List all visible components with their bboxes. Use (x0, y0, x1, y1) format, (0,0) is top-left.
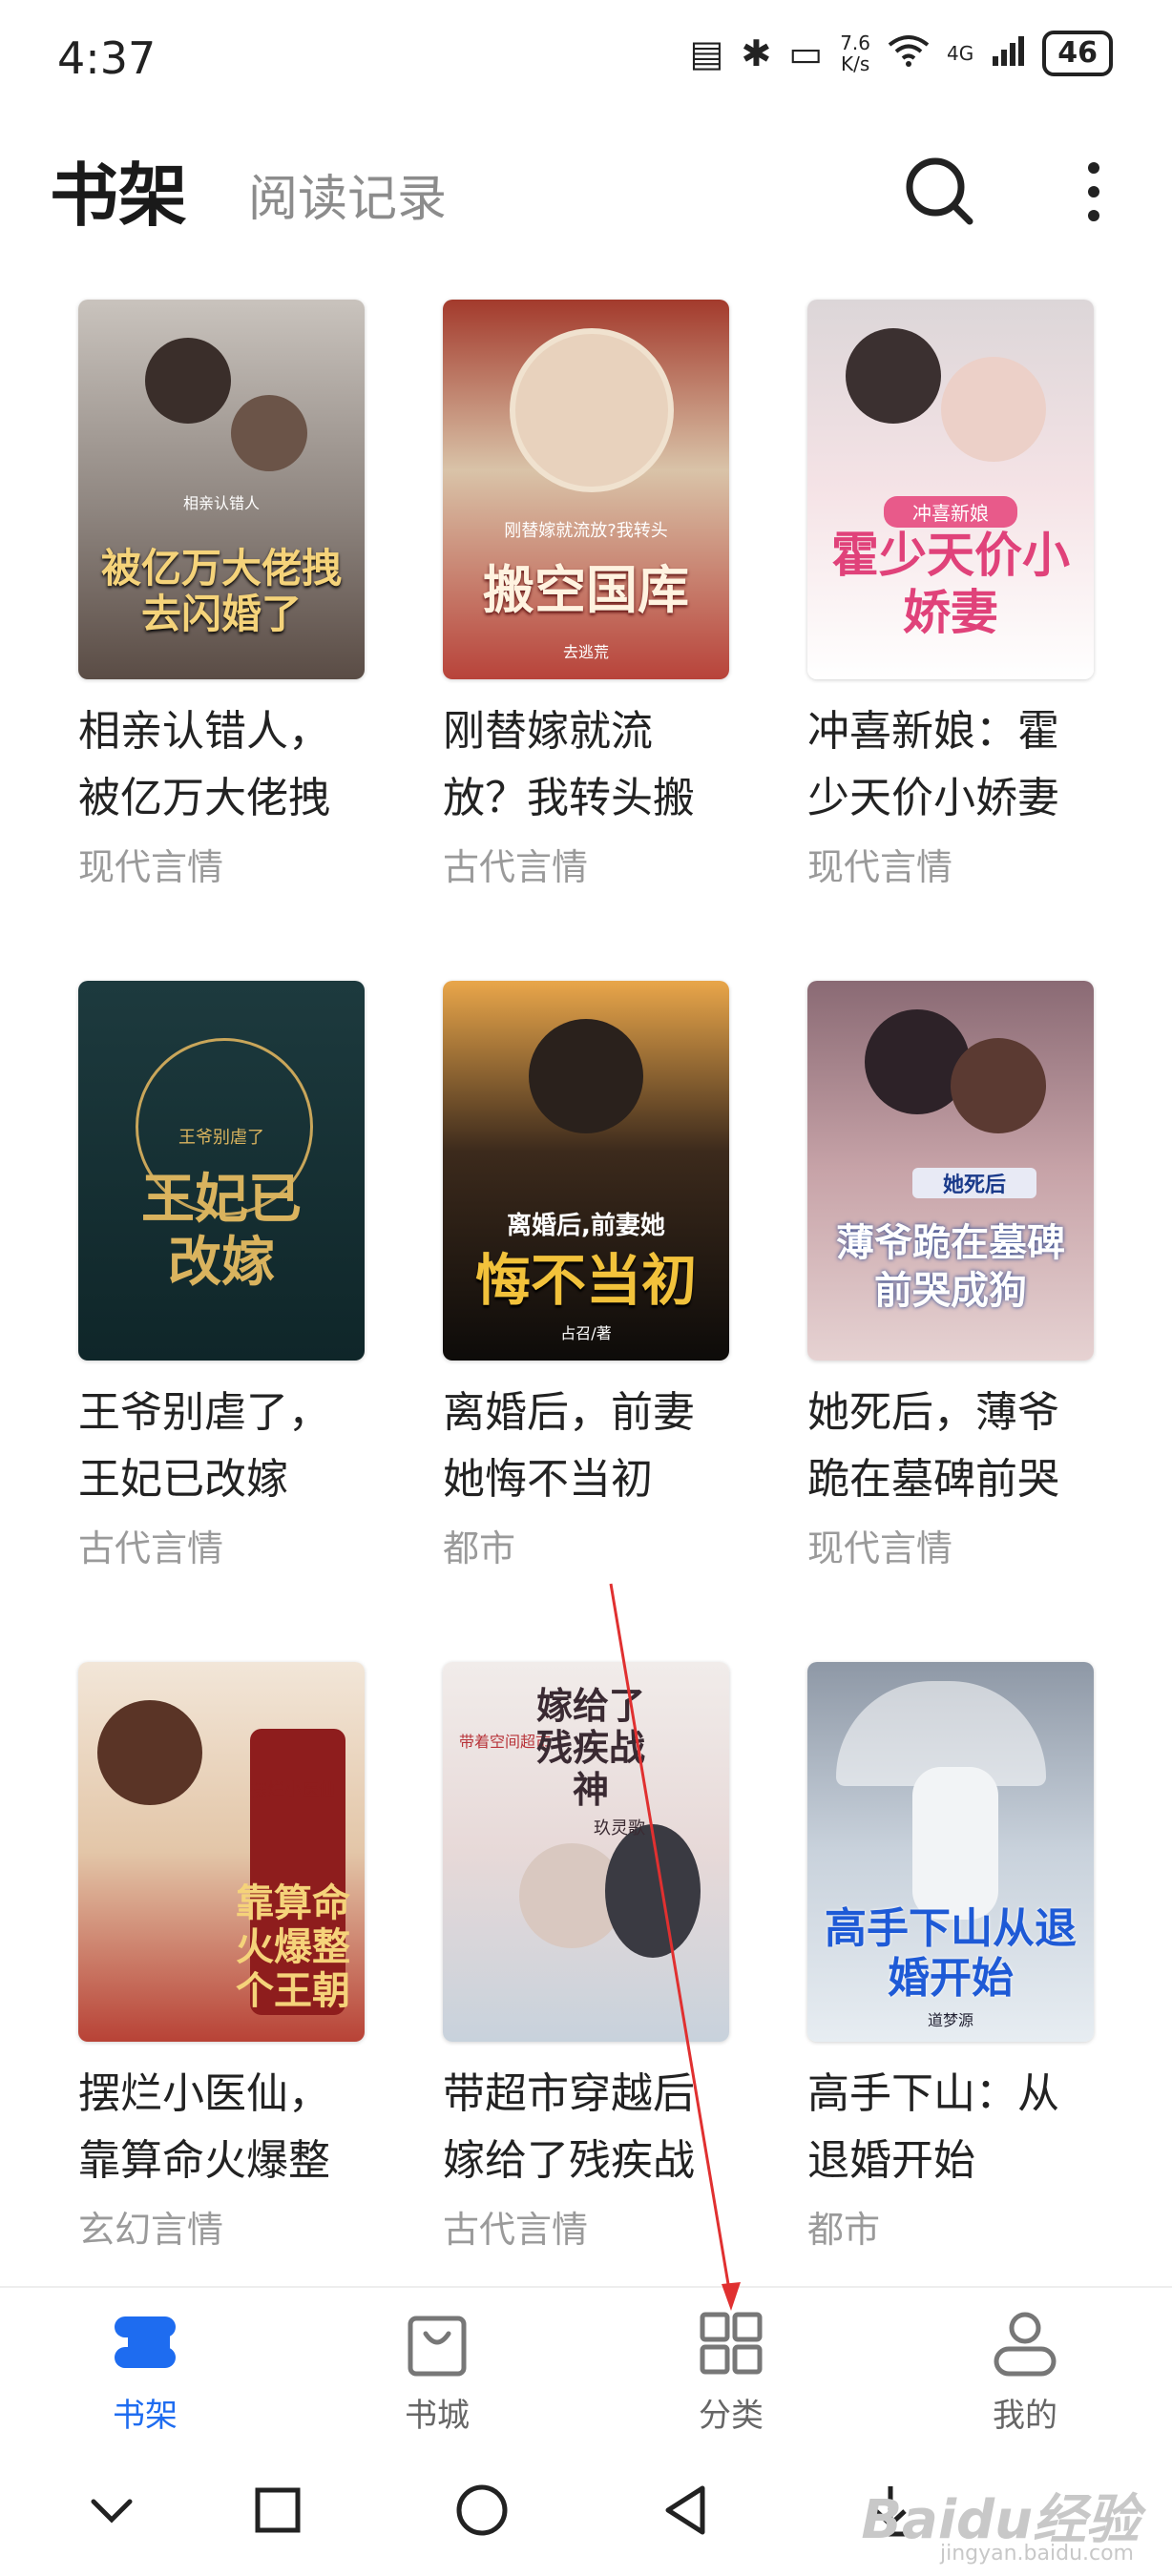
nav-category-label: 分类 (699, 2397, 764, 2435)
book-title: 离婚后，前妻她悔不当初 (443, 1388, 695, 1504)
book-genre: 玄幻言情 (78, 2209, 224, 2251)
search-icon (906, 157, 973, 225)
search-button[interactable] (901, 153, 977, 229)
book-cover: 被亿万大佬拽去闪婚了 相亲认错人 (78, 300, 365, 679)
cover-tagline: 刚替嫁就流放?我转头 (504, 521, 668, 541)
profile-icon (987, 2305, 1063, 2381)
book-cover: 冲喜新娘 霍少天价小娇妻 (807, 300, 1094, 679)
bottom-nav-divider (0, 2286, 1172, 2288)
nav-category[interactable]: 分类 (636, 2305, 827, 2436)
nfc-icon: ▤ (689, 32, 724, 74)
system-nav-collapse-button[interactable] (78, 2477, 145, 2544)
cover-subtitle: 去逃荒 (562, 643, 609, 661)
cover-title: 搬空国库 (483, 559, 689, 620)
book-genre: 现代言情 (78, 846, 224, 888)
book-card[interactable]: 高手下山从退婚开始 道梦源 高手下山：从退婚开始 都市 (807, 1662, 1099, 2253)
cover-title: 霍少天价小娇妻 (831, 527, 1070, 640)
book-genre: 现代言情 (807, 846, 953, 888)
book-title: 摆烂小医仙，靠算命火爆整 (78, 2069, 330, 2185)
network-type: 4G (947, 42, 974, 65)
bluetooth-icon: ✱ (741, 32, 772, 74)
more-vertical-icon (1088, 162, 1099, 221)
net-speed-value: 7.6 (840, 31, 871, 54)
chevron-down-icon (91, 2499, 133, 2524)
cover-title: 王妃已改嫁 (141, 1168, 302, 1294)
vibrate-icon: ▭ (788, 32, 824, 74)
book-title: 高手下山：从退婚开始 (807, 2069, 1059, 2185)
book-title: 带超市穿越后嫁给了残疾战 (443, 2069, 695, 2185)
cover-tagline: 她死后 (912, 1168, 1036, 1198)
book-card[interactable]: 王妃已改嫁 王爷别虐了 王爷别虐了，王妃已改嫁 古代言情 (78, 981, 370, 1571)
book-card[interactable]: 冲喜新娘 霍少天价小娇妻 冲喜新娘：霍少天价小娇妻 现代言情 (807, 300, 1099, 890)
book-cover: 刚替嫁就流放?我转头 搬空国库 去逃荒 (443, 300, 729, 679)
status-time: 4:37 (57, 32, 157, 84)
watermark-url: jingyan.baidu.com (939, 2542, 1134, 2566)
battery-indicator: 46 (1042, 31, 1113, 76)
cover-title: 悔不当初 (474, 1248, 697, 1313)
cover-tagline: 相亲认错人 (182, 494, 260, 512)
tab-bookshelf[interactable]: 书架 (50, 139, 187, 239)
book-genre: 现代言情 (807, 1527, 953, 1569)
cover-title: 嫁给了残疾战神 (535, 1684, 645, 1811)
system-nav-recents-button[interactable] (244, 2477, 311, 2544)
system-nav-home-button[interactable] (449, 2477, 515, 2544)
more-menu-button[interactable] (1075, 158, 1113, 225)
book-cover: 带着空间超市 嫁给了残疾战神 玖灵歌 (443, 1662, 729, 2042)
nav-bookshelf[interactable]: 书架 (50, 2305, 241, 2436)
cover-tagline: 摆烂小医仙 (250, 1780, 336, 1800)
book-cover: 王妃已改嫁 王爷别虐了 (78, 981, 365, 1361)
status-icons: ▤ ✱ ▭ 7.6 K/s 4G 46 (690, 31, 1113, 76)
nav-profile-label: 我的 (993, 2397, 1057, 2435)
cover-tagline: 离婚后,前妻她 (507, 1212, 665, 1240)
book-genre: 都市 (443, 1527, 516, 1569)
cover-subtitle: 占召/著 (560, 1324, 612, 1342)
book-card[interactable]: 刚替嫁就流放?我转头 搬空国库 去逃荒 刚替嫁就流放？我转头搬 古代言情 (443, 300, 735, 890)
book-card[interactable]: 摆烂小医仙 靠算命火爆整个王朝 摆烂小医仙，靠算命火爆整 玄幻言情 (78, 1662, 370, 2253)
book-genre: 古代言情 (78, 1527, 224, 1569)
cover-title: 薄爷跪在墓碑前哭成狗 (836, 1220, 1065, 1313)
book-cover: 摆烂小医仙 靠算命火爆整个王朝 (78, 1662, 365, 2042)
book-title: 冲喜新娘：霍少天价小娇妻 (807, 707, 1059, 822)
book-genre: 古代言情 (443, 846, 589, 888)
book-title: 相亲认错人，被亿万大佬拽 (78, 707, 330, 822)
square-icon (255, 2487, 301, 2533)
net-speed: 7.6 K/s (840, 32, 870, 74)
signal-icon (991, 33, 1025, 73)
book-card[interactable]: 她死后 薄爷跪在墓碑前哭成狗 她死后，薄爷跪在墓碑前哭 现代言情 (807, 981, 1099, 1571)
nav-profile[interactable]: 我的 (930, 2305, 1120, 2436)
wifi-icon (888, 33, 930, 73)
net-speed-unit: K/s (840, 52, 870, 75)
cover-subtitle: 玖灵歌 (594, 1818, 645, 1839)
cover-title: 靠算命火爆整个王朝 (236, 1880, 350, 2013)
system-nav-back-button[interactable] (653, 2477, 720, 2544)
book-genre: 古代言情 (443, 2209, 589, 2251)
tab-reading-history[interactable]: 阅读记录 (248, 158, 447, 230)
nav-bookshelf-label: 书架 (113, 2397, 178, 2435)
nav-bookstore[interactable]: 书城 (342, 2305, 533, 2436)
book-genre: 都市 (807, 2209, 881, 2251)
cover-title: 被亿万大佬拽去闪婚了 (100, 545, 342, 637)
triangle-back-icon (665, 2485, 705, 2535)
book-card[interactable]: 离婚后,前妻她 悔不当初 占召/著 离婚后，前妻她悔不当初 都市 (443, 981, 735, 1571)
cover-subtitle: 道梦源 (927, 2011, 973, 2029)
book-cover: 离婚后,前妻她 悔不当初 占召/著 (443, 981, 729, 1361)
bookshelf-icon (107, 2305, 183, 2381)
cover-tagline: 王爷别虐了 (178, 1128, 264, 1148)
cover-tagline: 冲喜新娘 (884, 496, 1017, 528)
nav-bookstore-label: 书城 (405, 2397, 470, 2435)
bookstore-bag-icon (399, 2305, 475, 2381)
book-title: 她死后，薄爷跪在墓碑前哭 (807, 1388, 1059, 1504)
category-grid-icon (693, 2305, 769, 2381)
book-title: 王爷别虐了，王妃已改嫁 (78, 1388, 330, 1504)
book-card[interactable]: 被亿万大佬拽去闪婚了 相亲认错人 相亲认错人，被亿万大佬拽 现代言情 (78, 300, 370, 890)
book-cover: 她死后 薄爷跪在墓碑前哭成狗 (807, 981, 1094, 1361)
book-card[interactable]: 带着空间超市 嫁给了残疾战神 玖灵歌 带超市穿越后嫁给了残疾战 古代言情 (443, 1662, 735, 2253)
book-cover: 高手下山从退婚开始 道梦源 (807, 1662, 1094, 2042)
cover-title: 高手下山从退婚开始 (825, 1904, 1077, 2003)
book-title: 刚替嫁就流放？我转头搬 (443, 707, 695, 822)
circle-home-icon (456, 2484, 508, 2536)
